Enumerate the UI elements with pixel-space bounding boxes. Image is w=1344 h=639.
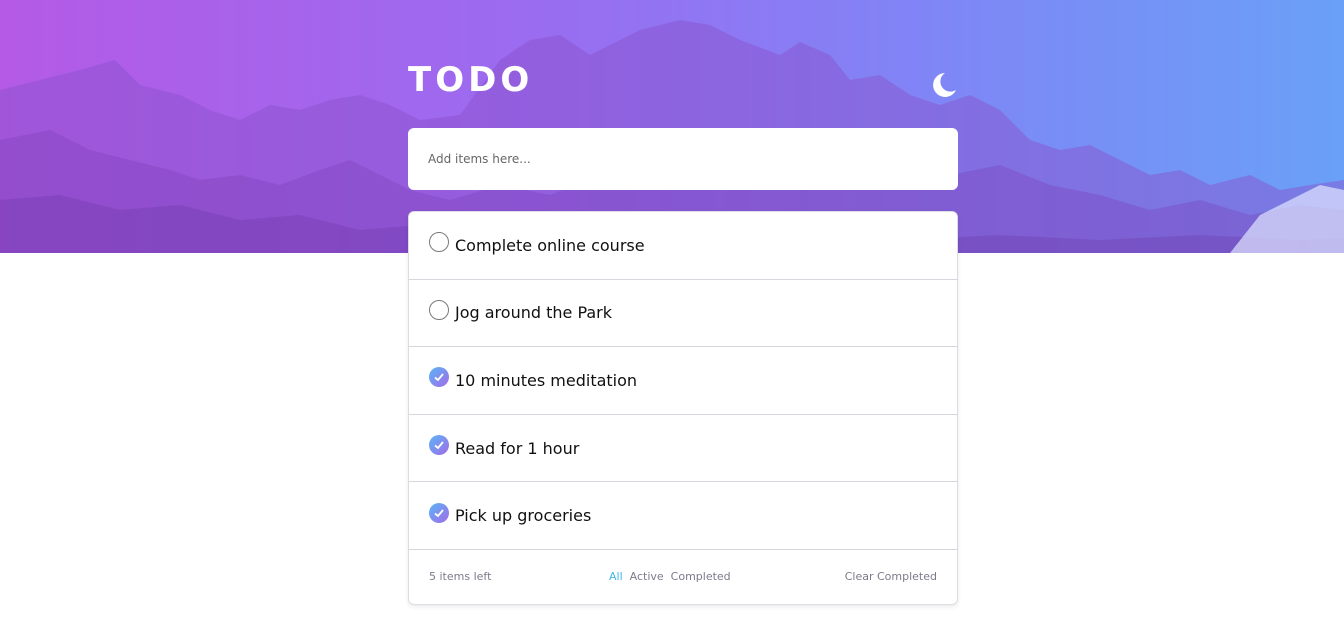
- todo-text: 10 minutes meditation: [455, 370, 638, 390]
- checkbox-checked[interactable]: [429, 435, 449, 456]
- todo-text: Pick up groceries: [455, 506, 592, 526]
- filter-active[interactable]: Active: [630, 570, 664, 583]
- filter-all[interactable]: All: [609, 570, 623, 583]
- clear-completed-button[interactable]: Clear Completed: [845, 570, 937, 583]
- check-icon: [434, 441, 444, 450]
- todo-text: Complete online course: [455, 235, 645, 255]
- add-item-input[interactable]: [408, 128, 958, 190]
- moon-icon: [933, 73, 956, 97]
- checkbox-circle[interactable]: [429, 299, 449, 320]
- items-left-count: 5 items left: [429, 570, 492, 584]
- checkbox-checked[interactable]: [429, 502, 449, 523]
- todo-text: Jog around the Park: [455, 303, 613, 323]
- list-item: 10 minutes meditation: [409, 347, 957, 415]
- app-title: TODO: [408, 60, 534, 100]
- filter-group: All Active Completed: [609, 570, 731, 583]
- list-item: Read for 1 hour: [409, 415, 957, 483]
- list-footer: 5 items left All Active Completed Clear …: [409, 550, 957, 604]
- app-header: TODO: [408, 60, 958, 106]
- add-item-box: [408, 128, 958, 190]
- checkbox-circle[interactable]: [429, 232, 449, 253]
- check-icon: [434, 373, 444, 382]
- check-icon: [434, 509, 444, 517]
- filter-completed[interactable]: Completed: [671, 570, 731, 583]
- todo-text: Read for 1 hour: [455, 438, 580, 458]
- theme-toggle-button[interactable]: [928, 70, 958, 100]
- list-item: Jog around the Park: [409, 280, 957, 348]
- list-item: Pick up groceries: [409, 482, 957, 550]
- checkbox-checked[interactable]: [429, 367, 449, 388]
- todo-list: Complete online course Jog around the Pa…: [408, 211, 958, 605]
- list-item: Complete online course: [409, 212, 957, 280]
